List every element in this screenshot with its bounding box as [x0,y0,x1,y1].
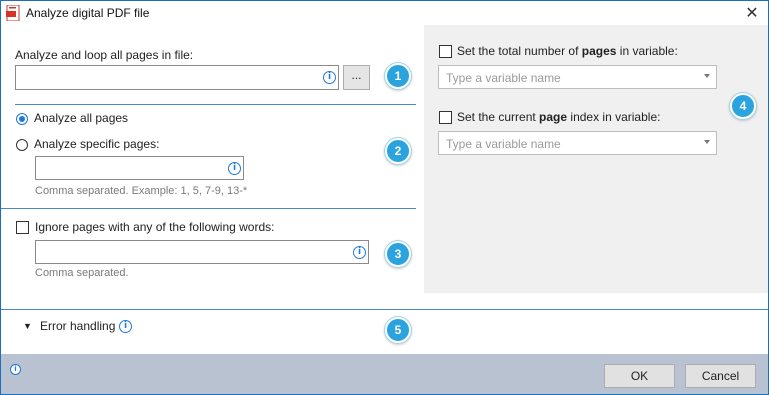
divider [1,309,768,310]
step-badge-5: 5 [385,317,411,343]
pdf-app-icon [6,5,20,21]
step-badge-2: 2 [385,138,411,164]
loop-label: Analyze and loop all pages in file: [15,48,194,62]
analyze-specific-radio[interactable] [16,139,28,151]
ignore-words-input[interactable]: i [35,240,369,264]
total-pages-checkbox[interactable] [439,45,452,58]
pdf-file-input[interactable]: i [15,65,339,90]
specific-pages-input[interactable]: i [35,156,244,180]
browse-button[interactable]: ... [343,65,370,90]
step-badge-4: 4 [730,93,756,119]
ignore-pages-checkbox[interactable] [16,221,29,234]
cancel-button[interactable]: Cancel [685,364,756,388]
dialog-footer: i OK Cancel [1,354,768,394]
divider [1,208,416,209]
info-icon[interactable]: i [353,246,366,259]
total-pages-variable-select[interactable]: Type a variable name [438,65,717,89]
error-handling-toggle[interactable]: Error handling [40,319,115,333]
ignore-pages-label: Ignore pages with any of the following w… [35,220,275,234]
ignore-words-hint: Comma separated. [35,267,129,279]
total-pages-placeholder: Type a variable name [446,71,561,85]
close-icon[interactable]: ✕ [736,1,768,25]
current-page-variable-select[interactable]: Type a variable name [438,131,717,155]
info-icon[interactable]: i [323,71,336,84]
chevron-down-icon [704,140,710,144]
chevron-down-icon [704,74,710,78]
info-icon[interactable]: i [119,320,132,333]
dialog-window: Analyze digital PDF file ✕ Analyze and l… [0,0,769,395]
current-page-placeholder: Type a variable name [446,137,561,151]
analyze-all-radio[interactable] [16,113,28,125]
dialog-title: Analyze digital PDF file [26,6,150,20]
info-icon[interactable]: i [10,364,21,375]
step-badge-1: 1 [385,63,411,89]
chevron-down-icon[interactable]: ▼ [23,321,32,331]
analyze-all-label: Analyze all pages [34,111,129,125]
step-badge-3: 3 [385,241,411,267]
specific-pages-hint: Comma separated. Example: 1, 5, 7-9, 13-… [35,185,248,197]
current-page-label: Set the current page index in variable: [457,110,661,124]
title-bar: Analyze digital PDF file ✕ [1,1,768,27]
analyze-specific-label: Analyze specific pages: [34,137,160,151]
current-page-checkbox[interactable] [439,111,452,124]
divider [15,104,416,105]
ok-button[interactable]: OK [604,364,675,388]
info-icon[interactable]: i [228,162,241,175]
total-pages-label: Set the total number of pages in variabl… [457,44,678,58]
